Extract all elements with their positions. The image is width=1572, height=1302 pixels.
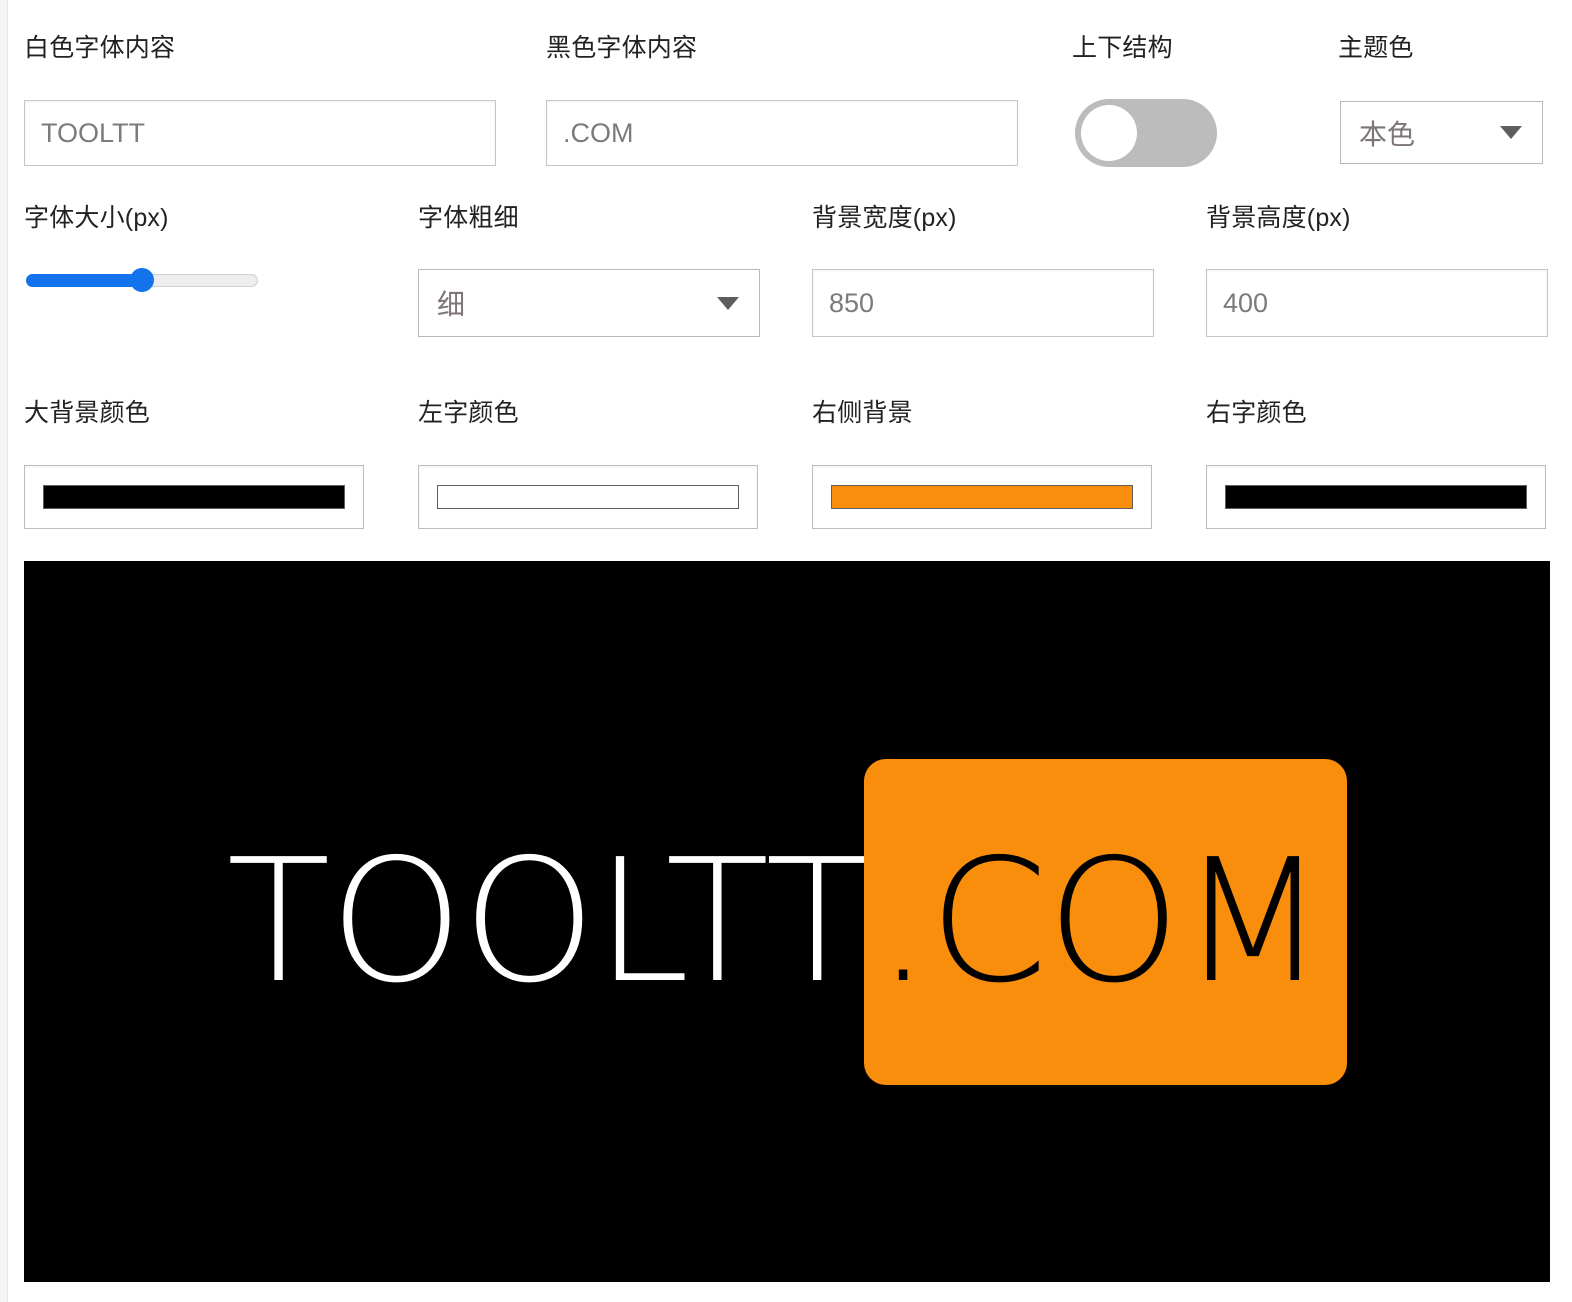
black-text-input[interactable]: .COM: [546, 100, 1018, 166]
stacked-layout-toggle[interactable]: [1075, 99, 1217, 167]
color-swatch: [437, 485, 739, 509]
label-right-bg-color: 右侧背景: [812, 399, 913, 427]
label-stacked-layout: 上下结构: [1072, 34, 1173, 62]
font-weight-select-value: 细: [437, 289, 466, 320]
logo-right-text: .COM: [876, 822, 1326, 1021]
font-weight-select[interactable]: 细: [418, 269, 760, 337]
chevron-down-icon: [717, 296, 739, 310]
white-text-input[interactable]: TOOLTT: [24, 100, 496, 166]
label-white-text-content: 白色字体内容: [24, 34, 176, 62]
main-bg-color-picker[interactable]: [24, 465, 364, 529]
bg-width-input[interactable]: 850: [812, 269, 1154, 337]
label-theme-color: 主题色: [1338, 34, 1414, 62]
logo-preview-canvas: TOOLTT .COM: [24, 561, 1550, 1282]
slider-fill: [26, 274, 142, 287]
logo-left-text: TOOLTT: [226, 822, 869, 1021]
label-bg-width: 背景宽度(px): [812, 204, 957, 232]
slider-thumb[interactable]: [130, 268, 154, 292]
color-swatch: [43, 485, 345, 509]
chevron-down-icon: [1500, 126, 1522, 139]
logo-composition: TOOLTT .COM: [226, 758, 1348, 1085]
font-size-slider[interactable]: [26, 268, 258, 292]
right-bg-color-picker[interactable]: [812, 465, 1152, 529]
label-font-size: 字体大小(px): [24, 204, 169, 232]
logo-right-badge: .COM: [864, 758, 1348, 1085]
color-swatch: [1225, 485, 1527, 509]
theme-color-select-value: 本色: [1359, 118, 1416, 150]
theme-color-select[interactable]: 本色: [1340, 101, 1543, 164]
toggle-knob: [1081, 105, 1137, 161]
page-left-gutter: [0, 0, 8, 1302]
label-font-weight: 字体粗细: [418, 204, 519, 232]
label-right-text-color: 右字颜色: [1206, 399, 1307, 427]
label-main-bg-color: 大背景颜色: [24, 399, 151, 427]
bg-height-input[interactable]: 400: [1206, 269, 1548, 337]
left-text-color-picker[interactable]: [418, 465, 758, 529]
label-black-text-content: 黑色字体内容: [546, 34, 698, 62]
label-left-text-color: 左字颜色: [418, 399, 519, 427]
right-text-color-picker[interactable]: [1206, 465, 1546, 529]
color-swatch: [831, 485, 1133, 509]
label-bg-height: 背景高度(px): [1206, 204, 1351, 232]
logo-generator-app: 白色字体内容 TOOLTT 黑色字体内容 .COM 上下结构 主题色 本色 字体…: [8, 0, 1572, 1302]
